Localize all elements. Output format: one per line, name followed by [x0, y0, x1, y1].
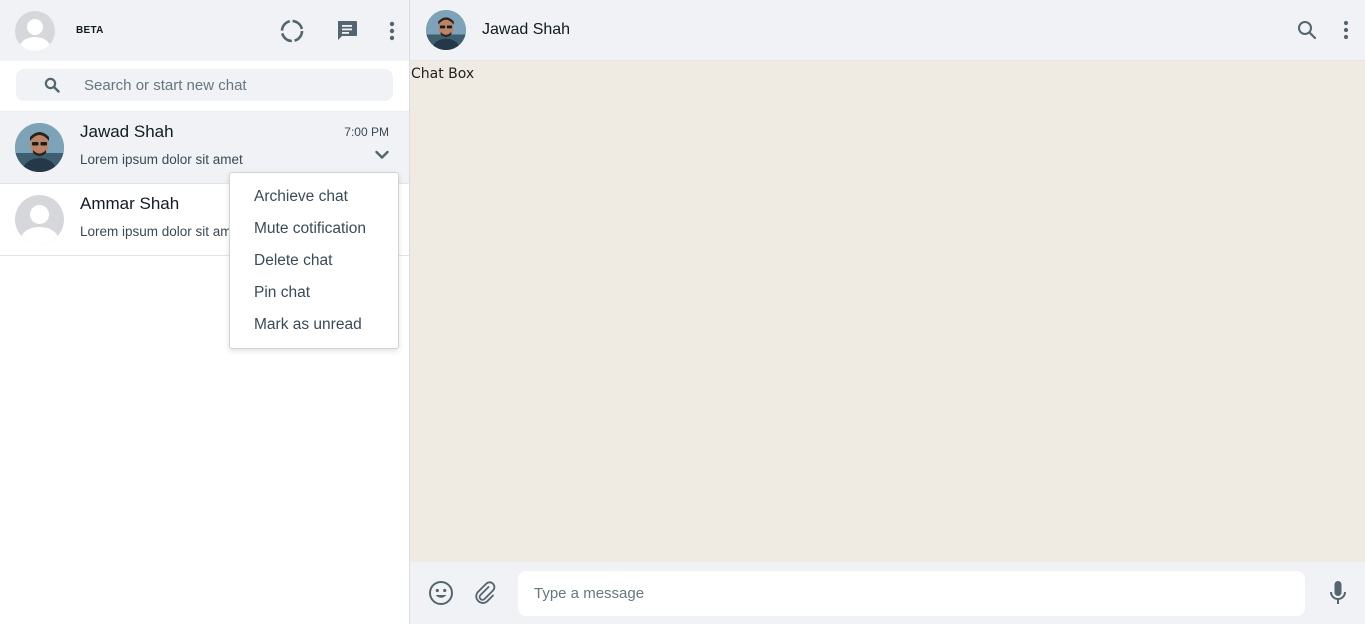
- app: BETA Search or start new chat Jawad Shah…: [0, 0, 1365, 624]
- menu-icon[interactable]: [389, 21, 395, 41]
- contact-name[interactable]: Jawad Shah: [482, 21, 570, 39]
- microphone-icon[interactable]: [1329, 580, 1347, 606]
- emoji-icon[interactable]: [428, 580, 454, 606]
- search-bar: [0, 61, 409, 112]
- menu-item-mute[interactable]: Mute cotification: [230, 213, 398, 245]
- new-chat-icon[interactable]: [335, 19, 359, 43]
- chat-time: 7:00 PM: [344, 125, 389, 139]
- user-avatar[interactable]: [15, 10, 55, 51]
- chat-preview: Lorem ipsum dolor sit amet: [80, 152, 243, 167]
- menu-icon[interactable]: [1343, 20, 1349, 40]
- search-input[interactable]: [84, 76, 364, 94]
- search-box: [16, 69, 393, 101]
- chat-name: Ammar Shah: [80, 194, 180, 213]
- chat-name: Jawad Shah: [80, 122, 174, 141]
- contact-avatar: [15, 195, 64, 244]
- menu-item-delete[interactable]: Delete chat: [230, 245, 398, 277]
- message-input[interactable]: [518, 570, 1305, 616]
- chat-box: Chat Box: [410, 61, 1365, 562]
- contact-photo: [15, 123, 64, 172]
- menu-item-archive[interactable]: Archieve chat: [230, 181, 398, 213]
- sidebar-header: BETA: [0, 0, 409, 61]
- contact-photo[interactable]: [426, 10, 466, 50]
- beta-label: BETA: [76, 25, 104, 36]
- conversation-pane: Jawad Shah Chat Box: [410, 0, 1365, 624]
- search-icon: [44, 77, 60, 93]
- conversation-header: Jawad Shah: [410, 0, 1365, 61]
- attach-icon[interactable]: [474, 581, 496, 605]
- menu-item-mark-unread[interactable]: Mark as unread: [230, 309, 398, 341]
- sidebar: BETA Search or start new chat Jawad Shah…: [0, 0, 410, 624]
- chat-preview: Lorem ipsum dolor sit amet: [80, 224, 243, 239]
- status-icon[interactable]: [279, 18, 305, 44]
- chatbox-label: Chat Box: [411, 66, 475, 82]
- chat-context-menu: Archieve chat Mute cotification Delete c…: [229, 172, 399, 349]
- chevron-down-icon[interactable]: [375, 150, 389, 160]
- menu-item-pin[interactable]: Pin chat: [230, 277, 398, 309]
- search-icon[interactable]: [1297, 20, 1317, 40]
- message-composer: [410, 562, 1365, 624]
